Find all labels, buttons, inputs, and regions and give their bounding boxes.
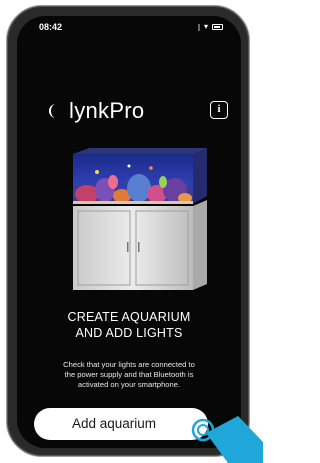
tap-gesture-icon bbox=[191, 416, 263, 463]
page-title-line-1: CREATE AQUARIUM bbox=[67, 310, 191, 324]
info-button[interactable]: i bbox=[210, 101, 228, 119]
wifi-icon: ▾ bbox=[203, 22, 208, 31]
status-icons: ▾ bbox=[197, 22, 223, 31]
instruction-line-3: activated on your smartphone. bbox=[77, 380, 181, 389]
brand-name: lynkPro bbox=[69, 98, 145, 123]
info-icon: i bbox=[217, 103, 221, 115]
instruction-text: Check that your lights are connected to … bbox=[23, 360, 235, 390]
instruction-line-1: Check that your lights are connected to bbox=[63, 360, 195, 369]
crescent-logo-icon bbox=[49, 104, 56, 118]
status-time: 08:42 bbox=[39, 22, 63, 32]
phone-frame: 08:42 ▾ lynkPro i CREATE AQUARIUM AND AD… bbox=[6, 5, 250, 457]
page-title-line-2: AND ADD LIGHTS bbox=[75, 326, 183, 340]
status-bar: 08:42 ▾ bbox=[17, 16, 241, 40]
app-screen: 08:42 ▾ lynkPro i CREATE AQUARIUM AND AD… bbox=[17, 16, 241, 448]
signal-icon bbox=[197, 23, 200, 31]
page-title: CREATE AQUARIUM AND ADD LIGHTS bbox=[17, 309, 241, 341]
instruction-line-2: the power supply and that Bluetooth is bbox=[64, 370, 194, 379]
add-aquarium-label: Add aquarium bbox=[72, 416, 157, 431]
battery-icon bbox=[212, 24, 223, 30]
app-logo: lynkPro bbox=[47, 98, 144, 124]
aquarium-illustration bbox=[73, 148, 207, 290]
add-aquarium-button[interactable]: Add aquarium bbox=[34, 408, 208, 440]
